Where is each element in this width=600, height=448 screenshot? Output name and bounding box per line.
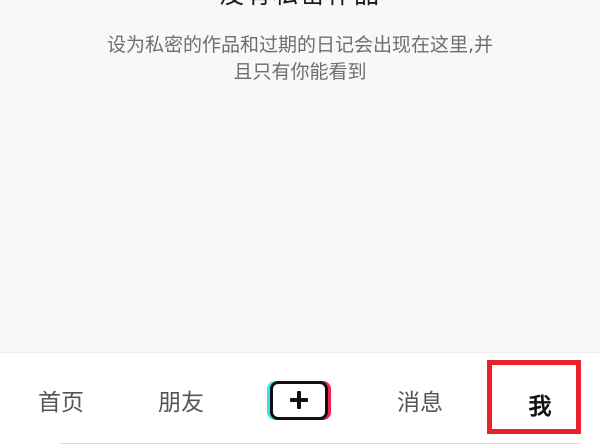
private-works-screen: 没有私密作品 设为私密的作品和过期的日记会出现在这里,并 且只有你能看到 首页 … bbox=[0, 0, 600, 448]
create-post-button[interactable] bbox=[267, 380, 332, 421]
bottom-divider bbox=[60, 443, 580, 448]
tab-home[interactable]: 首页 bbox=[28, 385, 94, 421]
empty-state-description-line1: 设为私密的作品和过期的日记会出现在这里,并 bbox=[106, 34, 494, 56]
empty-state-description: 设为私密的作品和过期的日记会出现在这里,并 且只有你能看到 bbox=[50, 32, 550, 86]
tab-me[interactable]: 我 bbox=[500, 389, 580, 425]
tab-friends[interactable]: 朋友 bbox=[148, 385, 214, 421]
plus-icon bbox=[270, 381, 328, 420]
empty-state-title: 没有私密作品 bbox=[0, 0, 600, 10]
bottom-tab-bar: 首页 朋友 消息 我 bbox=[0, 352, 600, 448]
tab-messages[interactable]: 消息 bbox=[387, 385, 453, 421]
empty-state-description-line2: 且只有你能看到 bbox=[233, 61, 367, 83]
